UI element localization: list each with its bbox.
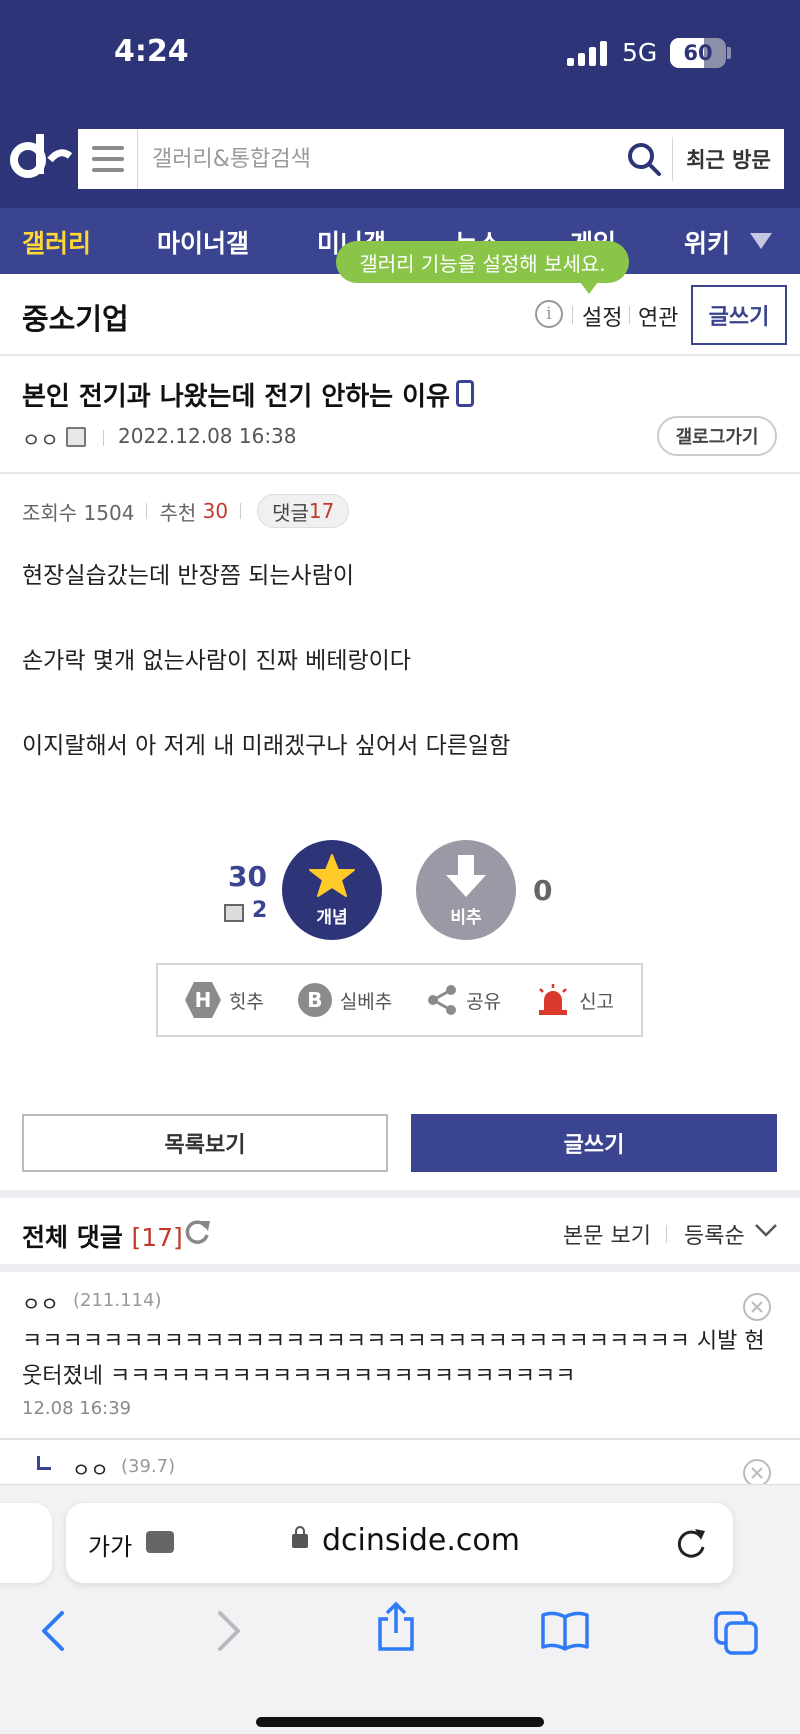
reload-icon[interactable]: [674, 1525, 708, 1561]
fixed-nick-icon: [224, 904, 244, 922]
write-button[interactable]: 글쓰기: [411, 1114, 777, 1172]
related-link[interactable]: 연관: [638, 300, 678, 332]
comment-date: 12.08 16:39: [22, 1398, 132, 1419]
nav-item-gallery[interactable]: 갤러리: [22, 224, 91, 260]
comments-title: 전체 댓글 [17]: [22, 1223, 183, 1252]
arrow-down-icon: [446, 854, 486, 897]
downvote-count: 0: [533, 874, 553, 907]
comment-item: ㅇㅇ (211.114) ㅋㅋㅋㅋㅋㅋㅋㅋㅋㅋㅋㅋㅋㅋㅋㅋㅋㅋㅋㅋㅋㅋㅋㅋㅋㅋㅋ…: [0, 1272, 800, 1440]
share-sheet-icon[interactable]: [374, 1601, 418, 1653]
back-icon[interactable]: [36, 1609, 72, 1653]
extension-icon[interactable]: [146, 1531, 174, 1553]
nav-expand-icon[interactable]: [750, 233, 772, 249]
view-count: 조회수 1504: [22, 500, 135, 525]
browser-chrome: 가가 dcinside.com: [0, 1484, 800, 1734]
gallery-bar: 중소기업 i 설정 연관 글쓰기: [0, 274, 800, 356]
dc-logo[interactable]: [10, 130, 72, 186]
siren-icon: [539, 984, 568, 1015]
share-icon: [428, 985, 457, 1015]
home-indicator: [256, 1717, 544, 1727]
nav-item-wiki[interactable]: 위키: [684, 224, 730, 260]
upvote-label: 개념: [316, 907, 348, 928]
sort-order-select[interactable]: 등록순: [684, 1218, 745, 1250]
info-icon[interactable]: i: [535, 300, 563, 328]
share-button[interactable]: 공유: [426, 984, 501, 1016]
comment-author: ㅇㅇ: [22, 1292, 59, 1316]
reply-marker-icon: [37, 1456, 51, 1470]
downvote-button[interactable]: 비추: [416, 840, 516, 940]
settings-tooltip[interactable]: 갤러리 기능을 설정해 보세요.: [336, 241, 629, 294]
post-body-line: 이지랄해서 아 저게 내 미래겠구나 싶어서 다른일함: [22, 733, 511, 759]
fixed-nick-icon: [66, 427, 86, 447]
text-size-button[interactable]: 가가: [88, 1527, 132, 1562]
post-stats: 조회수 1504 추천 30 댓글 17: [22, 494, 350, 528]
search-icon[interactable]: [616, 129, 672, 189]
comments-header: 전체 댓글 [17] 본문 보기 등록순: [0, 1198, 800, 1270]
vote-area: 30 2 개념 비추 0: [0, 830, 800, 940]
action-box: H 힛추 B 실베추 공유 신고: [156, 963, 643, 1037]
mobile-icon: [456, 380, 474, 407]
reply-item: ㅇㅇ (39.7): [0, 1442, 800, 1487]
reply-ip: (39.7): [121, 1456, 176, 1477]
battery-icon: 60: [670, 38, 726, 68]
comment-ip: (211.114): [73, 1290, 162, 1311]
battery-level: 60: [683, 41, 713, 65]
hit-recommend-button[interactable]: H 힛추: [184, 982, 264, 1018]
post-header: 본인 전기과 나왔는데 전기 안하는 이유 ㅇㅇ 2022.12.08 16:3…: [0, 356, 800, 474]
menu-icon[interactable]: [78, 129, 138, 189]
forward-icon[interactable]: [210, 1609, 246, 1653]
upvote-button[interactable]: 개념: [282, 840, 382, 940]
comment-count-chip[interactable]: 댓글 17: [257, 494, 350, 528]
recent-visit-button[interactable]: 최근 방문: [672, 137, 784, 181]
list-button[interactable]: 목록보기: [22, 1114, 388, 1172]
lock-icon: [292, 1526, 308, 1548]
signal-icon: [567, 40, 607, 66]
settings-link[interactable]: 설정: [582, 300, 622, 332]
url-domain[interactable]: dcinside.com: [322, 1523, 520, 1558]
nav-item-minor[interactable]: 마이너갤: [157, 224, 249, 260]
upvote-count: 30: [228, 860, 267, 893]
status-bar: 4:24 5G 60: [0, 0, 800, 120]
delete-icon[interactable]: [742, 1292, 772, 1322]
status-time: 4:24: [114, 34, 189, 69]
downvote-label: 비추: [450, 907, 482, 928]
view-body-link[interactable]: 본문 보기: [563, 1218, 651, 1250]
search-box: 최근 방문: [76, 127, 786, 191]
reply-author: ㅇㅇ: [72, 1458, 109, 1482]
refresh-icon[interactable]: [183, 1217, 211, 1247]
network-type: 5G: [622, 38, 658, 67]
post-date: 2022.12.08 16:38: [118, 424, 297, 448]
post-body-line: 손가락 몇개 없는사람이 진짜 베테랑이다: [22, 648, 411, 674]
recommend-label: 추천: [159, 500, 197, 525]
best-icon: B: [297, 983, 332, 1017]
fixed-upvote-count: 2: [252, 898, 268, 923]
post-body-line: 현장실습갔는데 반장쯤 되는사람이: [22, 563, 355, 589]
search-input[interactable]: [138, 129, 616, 189]
previous-tab[interactable]: [0, 1503, 52, 1583]
gallery-title[interactable]: 중소기업: [22, 296, 129, 338]
star-icon: [309, 853, 355, 897]
real-best-button[interactable]: B 실베추: [297, 983, 392, 1017]
report-button[interactable]: 신고: [535, 984, 614, 1016]
hit-icon: H: [184, 982, 221, 1018]
write-top-button[interactable]: 글쓰기: [691, 285, 787, 345]
address-bar[interactable]: 가가 dcinside.com: [66, 1503, 733, 1583]
chevron-down-icon[interactable]: [754, 1222, 778, 1238]
gallog-button[interactable]: 갤로그가기: [657, 416, 777, 456]
comment-text: ㅋㅋㅋㅋㅋㅋㅋㅋㅋㅋㅋㅋㅋㅋㅋㅋㅋㅋㅋㅋㅋㅋㅋㅋㅋㅋㅋㅋㅋㅋㅋㅋㅋ 시발 현웃터…: [22, 1329, 765, 1389]
post-title: 본인 전기과 나왔는데 전기 안하는 이유: [22, 382, 450, 412]
recommend-count: 30: [202, 499, 229, 523]
bookmarks-icon[interactable]: [540, 1609, 590, 1653]
tabs-icon[interactable]: [712, 1609, 760, 1655]
post-author[interactable]: ㅇㅇ: [22, 424, 59, 453]
